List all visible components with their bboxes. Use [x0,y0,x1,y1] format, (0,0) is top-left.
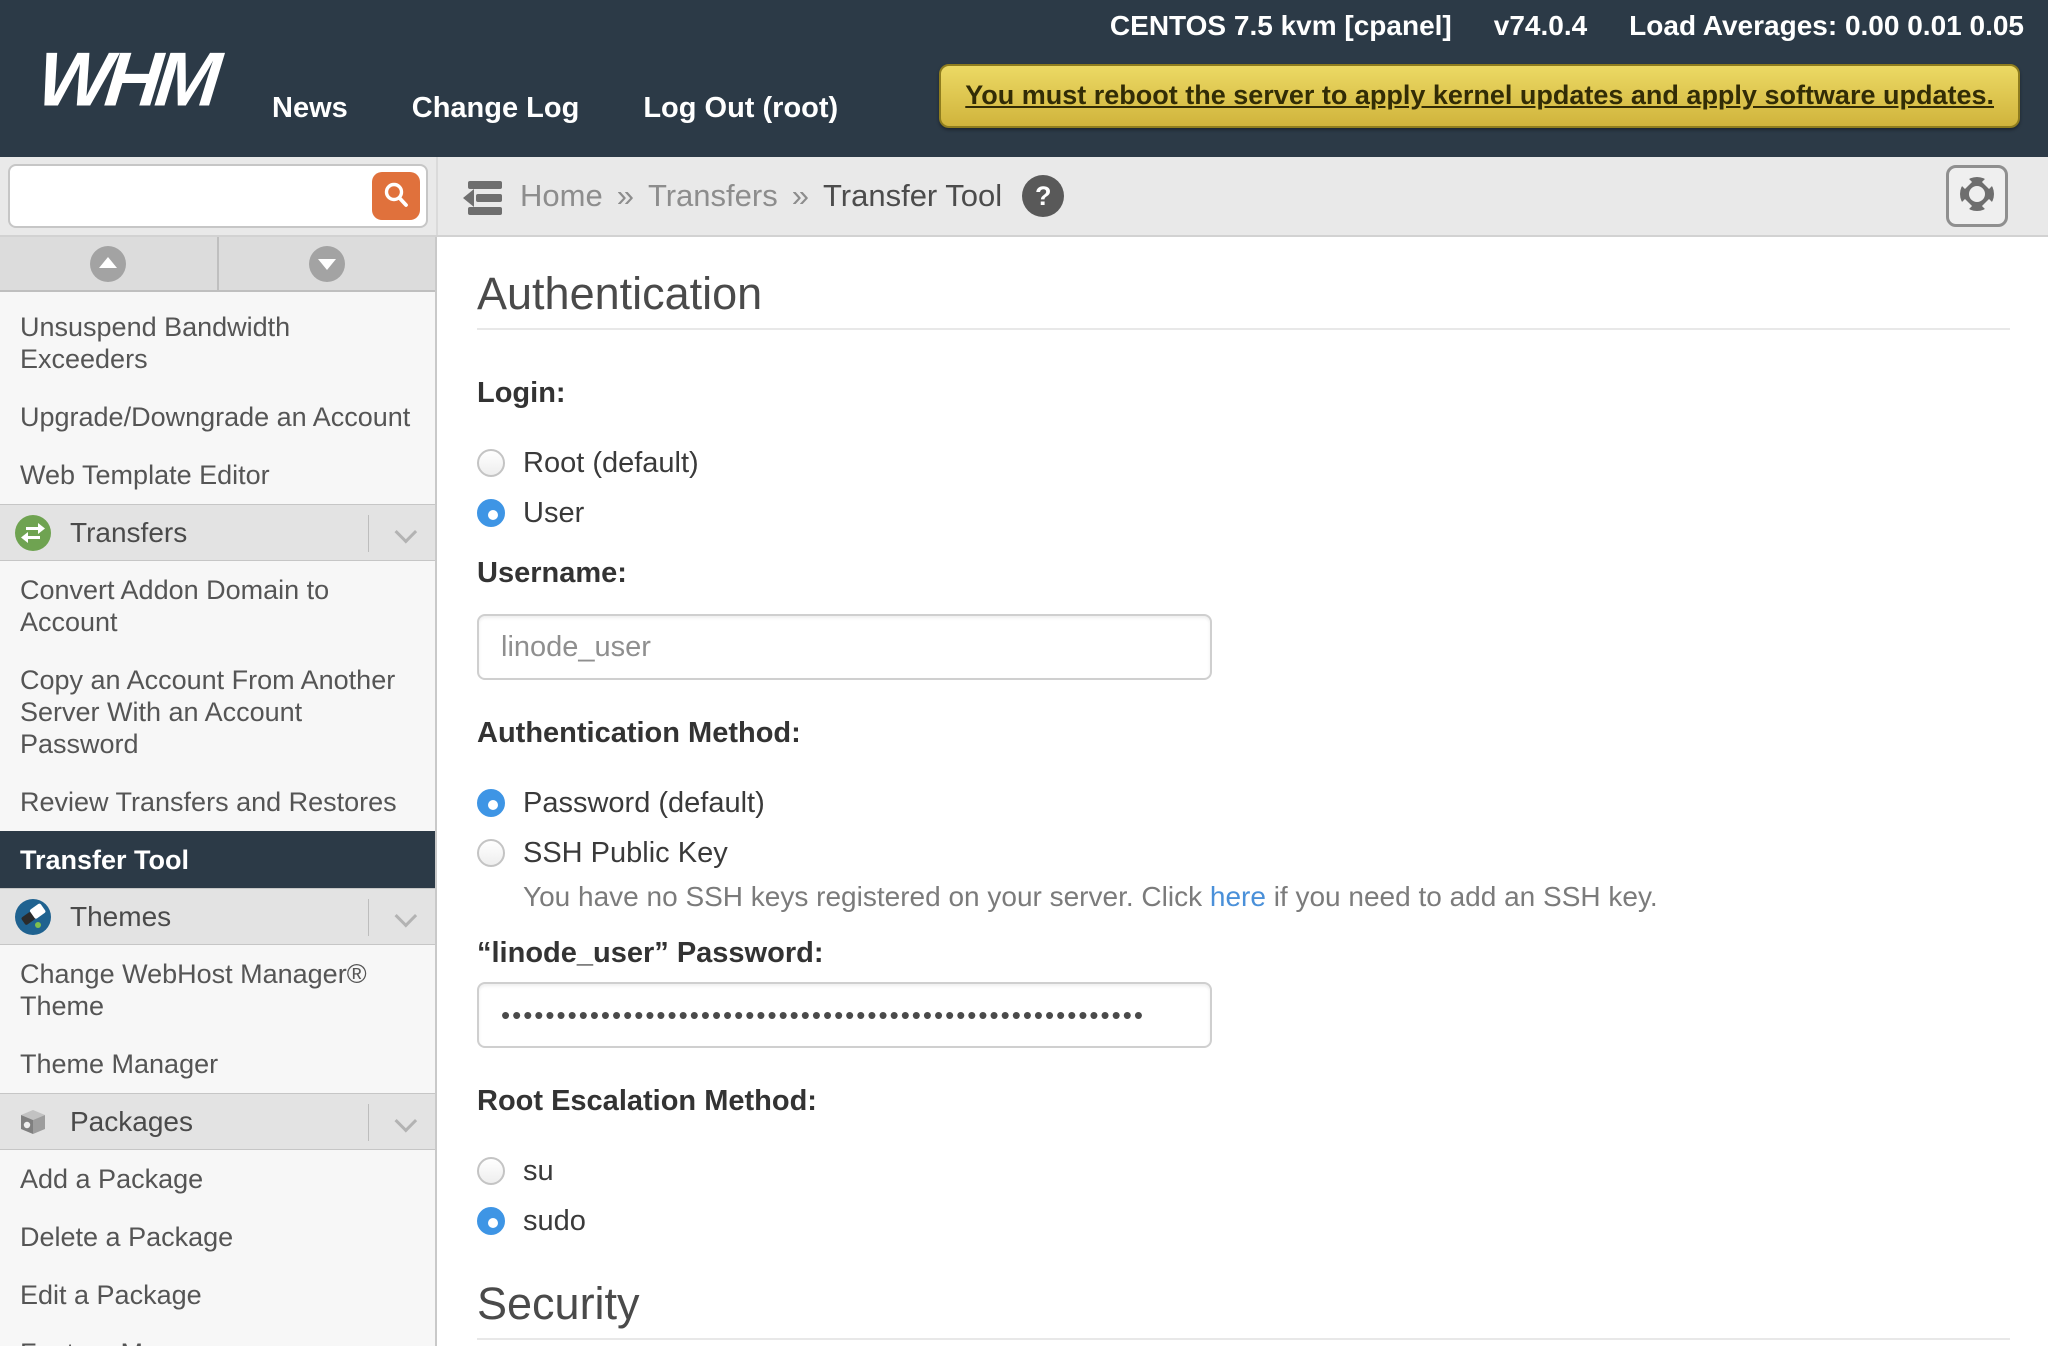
chevron-down-icon[interactable] [395,521,418,544]
chevron-down-icon[interactable] [395,1110,418,1133]
radio-label: su [523,1155,554,1188]
lifesaver-icon [1955,172,1999,221]
toolbar-divider [436,157,438,235]
sidebar-section-label: Themes [70,901,171,933]
breadcrumb-current-page: Transfer Tool [823,178,1002,214]
sidebar-section-label: Transfers [70,517,187,549]
ssh-key-note: You have no SSH keys registered on your … [523,878,2010,916]
root-escalation-method-label: Root Escalation Method: [477,1084,2010,1118]
sidebar-item-change-whm-theme[interactable]: Change WebHost Manager® Theme [0,945,435,1035]
radio-unchecked-icon[interactable] [477,449,505,477]
sidebar-section-transfers[interactable]: Transfers [0,504,435,561]
whm-logo: WHM [34,41,219,117]
radio-label: Root (default) [523,447,699,480]
radio-sudo[interactable]: sudo [477,1204,2010,1238]
server-os-label: CENTOS 7.5 kvm [cpanel] [1110,10,1452,42]
sidebar-item-unsuspend-bandwidth-exceeders[interactable]: Unsuspend Bandwidth Exceeders [0,298,435,388]
whm-version-label: v74.0.4 [1494,10,1587,42]
radio-label: Password (default) [523,787,765,820]
radio-label: sudo [523,1205,586,1238]
radio-root-default[interactable]: Root (default) [477,446,2010,480]
sidebar-menu: Unsuspend Bandwidth Exceeders Upgrade/Do… [0,292,435,1346]
reboot-warning-banner[interactable]: You must reboot the server to apply kern… [939,64,2020,128]
sidebar-item-upgrade-downgrade-account[interactable]: Upgrade/Downgrade an Account [0,388,435,446]
auth-method-radio-group: Password (default) SSH Public Key [477,786,2010,870]
scroll-down-button[interactable] [219,237,436,290]
top-navigation: News Change Log Log Out (root) [272,92,838,125]
sidebar-search-box [8,164,428,228]
radio-checked-icon[interactable] [477,1207,505,1235]
radio-unchecked-icon[interactable] [477,1157,505,1185]
security-section-title: Security [477,1280,2010,1328]
sidebar-item-add-a-package[interactable]: Add a Package [0,1150,435,1208]
sidebar-item-edit-a-package[interactable]: Edit a Package [0,1266,435,1324]
username-input[interactable] [477,614,1212,680]
sidebar-item-web-template-editor[interactable]: Web Template Editor [0,446,435,504]
sidebar-section-themes[interactable]: Themes [0,888,435,945]
sidebar-item-feature-manager[interactable]: Feature Manager [0,1324,435,1346]
chevron-down-icon[interactable] [395,905,418,928]
load-averages-label: Load Averages: 0.00 0.01 0.05 [1629,10,2024,42]
radio-checked-icon[interactable] [477,499,505,527]
nav-log-out[interactable]: Log Out (root) [643,92,838,125]
sidebar-item-theme-manager[interactable]: Theme Manager [0,1035,435,1093]
breadcrumb-separator: » [617,178,634,214]
password-label: “linode_user” Password: [477,936,2010,970]
nav-change-log[interactable]: Change Log [412,92,580,125]
breadcrumb-transfers[interactable]: Transfers [648,178,778,214]
toolbar: Home » Transfers » Transfer Tool ? [0,157,2048,237]
authentication-method-label: Authentication Method: [477,716,2010,750]
radio-ssh-public-key[interactable]: SSH Public Key [477,836,2010,870]
server-status-line: CENTOS 7.5 kvm [cpanel] v74.0.4 Load Ave… [1110,10,2024,42]
section-divider [477,328,2010,330]
scroll-up-button[interactable] [0,237,219,290]
breadcrumb-separator: » [792,178,809,214]
sidebar-item-review-transfers[interactable]: Review Transfers and Restores [0,773,435,831]
sidebar-item-copy-account[interactable]: Copy an Account From Another Server With… [0,651,435,773]
top-header-bar: CENTOS 7.5 kvm [cpanel] v74.0.4 Load Ave… [0,0,2048,157]
sidebar-section-packages[interactable]: Packages [0,1093,435,1150]
main-content: Authentication Login: Root (default) Use… [437,237,2048,1346]
themes-icon [14,898,52,936]
authentication-section-title: Authentication [477,270,2010,318]
sidebar-item-transfer-tool-active[interactable]: Transfer Tool [0,831,437,888]
escalation-radio-group: su sudo [477,1154,2010,1238]
section-divider [477,1338,2010,1340]
search-icon [381,180,411,213]
sidebar-item-convert-addon-domain[interactable]: Convert Addon Domain to Account [0,561,435,651]
sidebar-section-label: Packages [70,1106,193,1138]
radio-unchecked-icon[interactable] [477,839,505,867]
search-button[interactable] [372,172,420,220]
radio-label: SSH Public Key [523,837,728,870]
section-divider [368,899,369,936]
ssh-key-note-text: You have no SSH keys registered on your … [523,881,1210,912]
username-label: Username: [477,556,2010,590]
ssh-key-here-link[interactable]: here [1210,881,1266,912]
arrow-up-icon [90,246,126,282]
login-radio-group: Root (default) User [477,446,2010,530]
section-divider [368,1104,369,1141]
support-button[interactable] [1946,165,2008,227]
arrow-down-icon [309,246,345,282]
breadcrumb: Home » Transfers » Transfer Tool ? [520,157,1064,235]
password-input[interactable] [477,982,1212,1048]
packages-icon [14,1103,52,1141]
radio-su[interactable]: su [477,1154,2010,1188]
nav-news[interactable]: News [272,92,348,125]
radio-label: User [523,497,584,530]
collapse-sidebar-icon[interactable] [452,179,504,222]
sidebar: Unsuspend Bandwidth Exceeders Upgrade/Do… [0,237,437,1346]
radio-user[interactable]: User [477,496,2010,530]
transfers-icon [14,514,52,552]
radio-password-default[interactable]: Password (default) [477,786,2010,820]
radio-checked-icon[interactable] [477,789,505,817]
breadcrumb-home[interactable]: Home [520,178,603,214]
sidebar-item-delete-a-package[interactable]: Delete a Package [0,1208,435,1266]
ssh-key-note-text: if you need to add an SSH key. [1266,881,1658,912]
help-icon[interactable]: ? [1022,175,1064,217]
section-divider [368,515,369,552]
search-input[interactable] [16,170,366,222]
login-label: Login: [477,376,2010,410]
sidebar-scroll-buttons [0,237,435,292]
